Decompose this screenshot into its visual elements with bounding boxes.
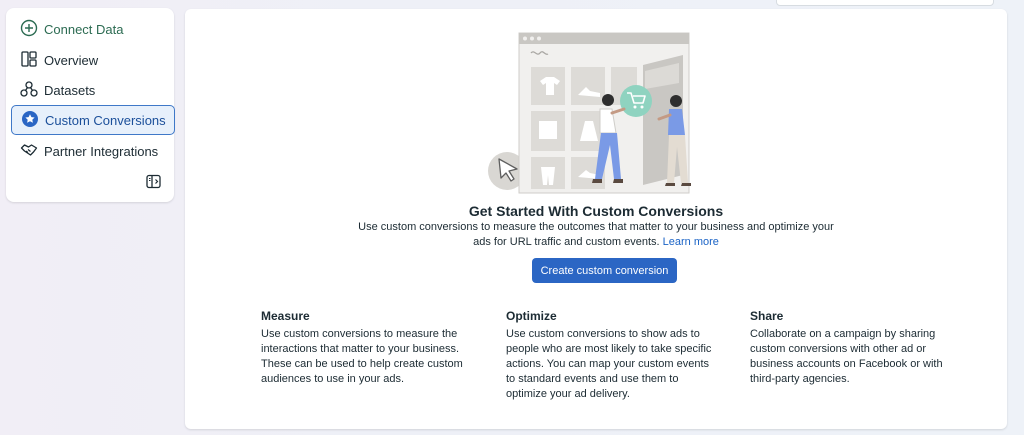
sidebar-toggle-button[interactable] (145, 174, 161, 194)
feature-text: Use custom conversions to show ads to pe… (506, 328, 712, 400)
sidebar-toggle-icon (145, 174, 161, 194)
dashboard-layout-icon (20, 50, 38, 71)
sidebar-item-label: Partner Integrations (44, 143, 159, 159)
datasets-nodes-icon (20, 80, 38, 101)
feature-share: Share Collaborate on a campaign by shari… (750, 309, 960, 387)
page-description: Use custom conversions to measure the ou… (355, 220, 837, 250)
create-custom-conversion-button[interactable]: Create custom conversion (532, 258, 677, 283)
sidebar-item-label: Overview (44, 52, 99, 68)
feature-text: Collaborate on a campaign by sharing cus… (750, 328, 943, 385)
handshake-icon (20, 141, 38, 162)
star-badge-icon (21, 110, 39, 131)
feature-title: Measure (261, 309, 310, 323)
feature-text: Use custom conversions to measure the in… (261, 328, 463, 385)
sidebar-item-label: Connect Data (44, 21, 124, 37)
shopping-illustration (483, 29, 733, 204)
feature-measure: Measure Use custom conversions to measur… (261, 309, 471, 387)
learn-more-link[interactable]: Learn more (663, 236, 719, 248)
top-search-field-edge[interactable] (776, 0, 994, 6)
description-text: Use custom conversions to measure the ou… (358, 221, 834, 248)
page-title: Get Started With Custom Conversions (468, 203, 724, 219)
feature-title: Optimize (506, 309, 557, 323)
sidebar: Connect Data Overview Datasets Custom Co… (6, 8, 175, 202)
plus-circle-icon (20, 19, 38, 40)
sidebar-item-overview[interactable]: Overview (11, 45, 175, 75)
sidebar-item-custom-conversions[interactable]: Custom Conversions (11, 105, 175, 135)
feature-optimize: Optimize Use custom conversions to show … (506, 309, 716, 402)
sidebar-item-label: Custom Conversions (45, 112, 166, 128)
feature-title: Share (750, 309, 784, 323)
sidebar-item-partner-integrations[interactable]: Partner Integrations (11, 136, 175, 166)
sidebar-item-connect-data[interactable]: Connect Data (11, 14, 175, 44)
main-panel: Get Started With Custom Conversions Use … (185, 9, 1007, 429)
sidebar-item-label: Datasets (44, 82, 96, 98)
sidebar-item-datasets[interactable]: Datasets (11, 75, 175, 105)
